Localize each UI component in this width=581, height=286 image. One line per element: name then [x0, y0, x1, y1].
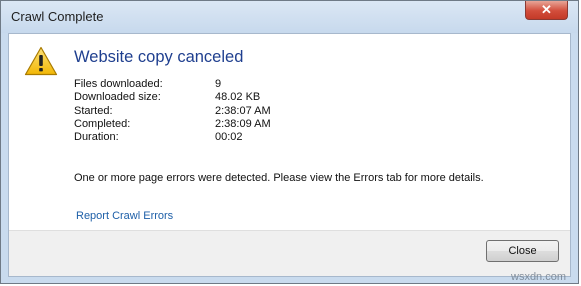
detail-value: 00:02	[215, 131, 243, 144]
close-icon: ✕	[541, 2, 552, 17]
detail-label: Duration:	[74, 131, 119, 144]
detail-value: 2:38:07 AM	[215, 104, 271, 117]
close-button[interactable]: Close	[486, 240, 559, 262]
detail-value: 9	[215, 78, 222, 90]
detail-value: 48.02 KB	[215, 91, 261, 104]
window-title: Crawl Complete	[11, 9, 104, 24]
button-bar: Close	[9, 230, 570, 276]
detail-value: 2:38:09 AM	[215, 117, 271, 130]
detail-label: Files downloaded:	[74, 78, 163, 90]
detail-label: Downloaded size:	[74, 91, 161, 104]
watermark: wsxdn.com	[511, 271, 567, 283]
title-bar[interactable]: Crawl Complete ✕	[1, 1, 578, 33]
error-message: One or more page errors were detected. P…	[74, 172, 484, 184]
report-crawl-errors-link[interactable]: Report Crawl Errors	[76, 210, 173, 222]
dialog-heading: Website copy canceled	[74, 48, 244, 66]
dialog-content: Website copy canceled Files downloaded: …	[8, 33, 571, 277]
warning-icon	[24, 46, 58, 76]
window-close-button[interactable]: ✕	[525, 1, 568, 20]
detail-label: Completed:	[74, 117, 131, 130]
detail-label: Started:	[74, 104, 113, 117]
dialog-window: Crawl Complete ✕ Website copy canceled F…	[0, 0, 579, 284]
